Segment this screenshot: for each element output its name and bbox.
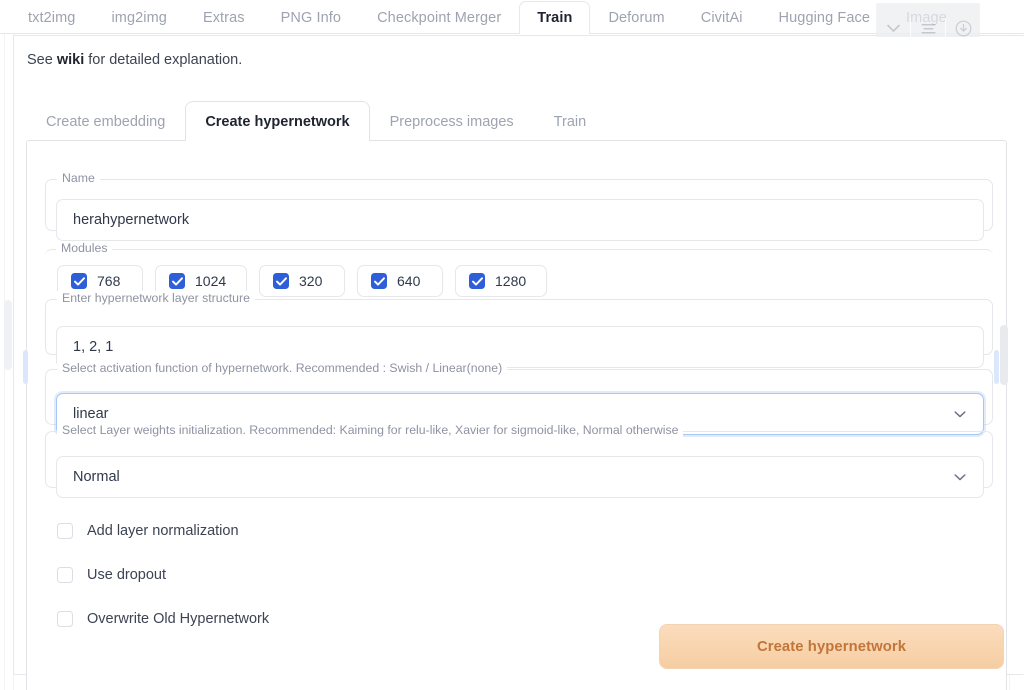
subtab-create-embedding[interactable]: Create embedding: [26, 101, 185, 141]
tab-label: img2img: [111, 10, 167, 26]
weight-init-select[interactable]: Normal: [56, 456, 984, 498]
subtab-label: Train: [553, 114, 587, 130]
tab-deforum[interactable]: Deforum: [590, 1, 682, 34]
right-scrollbar-thumb[interactable]: [1000, 325, 1008, 385]
subtab-create-hypernetwork[interactable]: Create hypernetwork: [185, 101, 370, 142]
train-panel: See wiki for detailed explanation. Creat…: [13, 35, 1024, 690]
layer-structure-label: Enter hypernetwork layer structure: [57, 291, 255, 306]
create-hypernetwork-button-label: Create hypernetwork: [756, 638, 907, 655]
subtab-train[interactable]: Train: [534, 101, 607, 141]
checkbox-checked-icon: [371, 273, 387, 289]
toggle-label: Add layer normalization: [87, 523, 239, 539]
checkbox-checked-icon: [469, 273, 485, 289]
subtab-label: Create hypernetwork: [205, 114, 350, 130]
tab-label: PNG Info: [280, 10, 342, 26]
tab-txt2img[interactable]: txt2img: [10, 1, 93, 34]
notice-suffix: for detailed explanation.: [84, 52, 243, 68]
tab-label: Hugging Face: [778, 10, 871, 26]
checkbox-unchecked-icon: [57, 567, 73, 583]
checkbox-checked-icon: [273, 273, 289, 289]
checkbox-checked-icon: [71, 273, 87, 289]
module-label: 1024: [195, 273, 227, 289]
tab-label: Extras: [202, 10, 245, 26]
wiki-link[interactable]: wiki: [57, 52, 84, 68]
checkbox-checked-icon: [169, 273, 185, 289]
toggle-add-layer-normalization[interactable]: Add layer normalization: [57, 523, 239, 539]
tab-label: Image: [906, 10, 947, 26]
name-input-value: herahypernetwork: [73, 212, 190, 228]
activation-function-label: Select activation function of hypernetwo…: [57, 361, 508, 376]
module-checkbox-320[interactable]: 320: [259, 265, 345, 297]
tab-png-info[interactable]: PNG Info: [263, 1, 359, 34]
tab-label: Checkpoint Merger: [377, 10, 502, 26]
tab-hugging-face[interactable]: Hugging Face: [761, 1, 888, 34]
module-label: 640: [397, 273, 421, 289]
right-scrollbar[interactable]: [1000, 0, 1009, 690]
left-scrollbar-thumb[interactable]: [4, 300, 12, 370]
subtab-label: Preprocess images: [389, 114, 514, 130]
tab-civitai[interactable]: CivitAi: [683, 1, 761, 34]
weight-init-label: Select Layer weights initialization. Rec…: [57, 423, 684, 438]
app-root: txt2img img2img Extras PNG Info Checkpoi…: [0, 0, 1024, 690]
name-label: Name: [57, 171, 100, 186]
checkbox-unchecked-icon: [57, 523, 73, 539]
tab-extras[interactable]: Extras: [185, 1, 263, 34]
chevron-down-icon[interactable]: [953, 407, 967, 421]
weight-init-value: Normal: [73, 469, 120, 485]
tab-label: txt2img: [28, 10, 76, 26]
layer-structure-value: 1, 2, 1: [73, 339, 114, 355]
module-label: 1280: [495, 273, 527, 289]
module-checkbox-1280[interactable]: 1280: [455, 265, 547, 297]
create-hypernetwork-form: Name herahypernetwork Modules 768 1024 3…: [26, 140, 1007, 690]
left-edge-accent: [23, 350, 28, 384]
checkbox-unchecked-icon: [57, 611, 73, 627]
module-label: 320: [299, 273, 323, 289]
right-edge-accent: [994, 350, 999, 384]
activation-function-value: linear: [73, 406, 109, 422]
main-tab-bar: txt2img img2img Extras PNG Info Checkpoi…: [0, 0, 1024, 35]
name-input[interactable]: herahypernetwork: [56, 199, 984, 241]
train-sub-tab-bar: Create embedding Create hypernetwork Pre…: [26, 100, 607, 142]
module-checkbox-640[interactable]: 640: [357, 265, 443, 297]
wiki-notice: See wiki for detailed explanation.: [27, 52, 242, 68]
subtab-preprocess-images[interactable]: Preprocess images: [370, 101, 534, 141]
create-hypernetwork-button[interactable]: Create hypernetwork: [659, 624, 1004, 669]
tab-checkpoint-merger[interactable]: Checkpoint Merger: [359, 1, 519, 34]
toggle-use-dropout[interactable]: Use dropout: [57, 567, 166, 583]
toggle-label: Use dropout: [87, 567, 166, 583]
tab-img2img[interactable]: img2img: [93, 1, 185, 34]
tab-image[interactable]: Image: [888, 1, 965, 34]
tab-label: Train: [537, 10, 573, 26]
toggle-overwrite-old-hypernetwork[interactable]: Overwrite Old Hypernetwork: [57, 611, 269, 627]
tab-train[interactable]: Train: [519, 1, 591, 35]
modules-label: Modules: [56, 241, 113, 256]
chevron-down-icon[interactable]: [953, 470, 967, 484]
left-scrollbar[interactable]: [4, 0, 13, 690]
tab-label: CivitAi: [700, 10, 743, 26]
subtab-label: Create embedding: [46, 114, 166, 130]
tab-label: Deforum: [608, 10, 665, 26]
module-label: 768: [97, 273, 121, 289]
notice-prefix: See: [27, 52, 57, 68]
toggle-label: Overwrite Old Hypernetwork: [87, 611, 270, 627]
